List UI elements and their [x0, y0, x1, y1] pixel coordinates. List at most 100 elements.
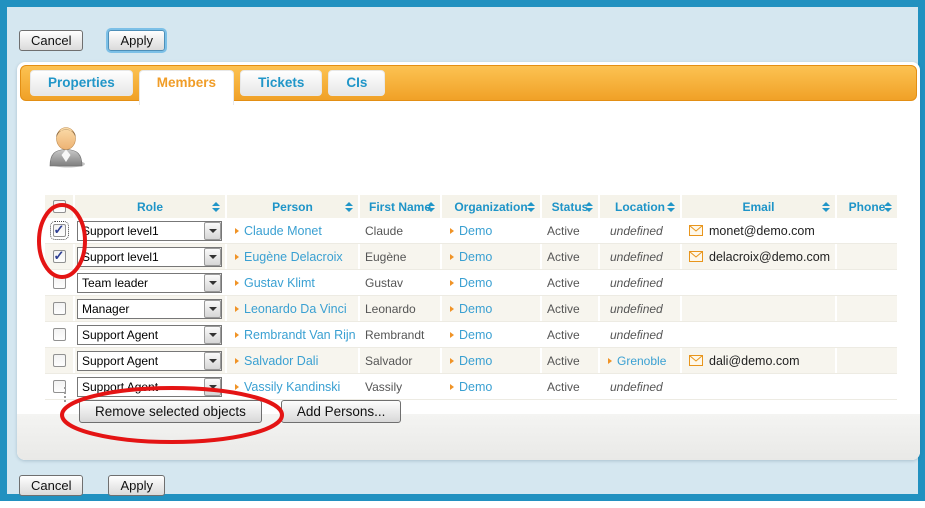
- link-arrow-icon: [235, 280, 239, 286]
- column-header-label: Role: [137, 200, 163, 214]
- person-link[interactable]: Vassily Kandinski: [244, 380, 340, 394]
- row-checkbox[interactable]: [53, 224, 66, 237]
- role-select[interactable]: Support level1: [77, 221, 222, 241]
- status-cell: Active: [542, 322, 600, 347]
- sort-icon[interactable]: [212, 202, 220, 212]
- dropdown-arrow-icon[interactable]: [204, 274, 221, 292]
- role-select[interactable]: Support Agent: [77, 325, 222, 345]
- role-select[interactable]: Support Agent: [77, 377, 222, 397]
- role-cell: Team leader: [75, 270, 227, 295]
- first-name-text: Gustav: [360, 276, 403, 290]
- organization-link[interactable]: Demo: [459, 302, 492, 316]
- tab-properties[interactable]: Properties: [30, 70, 133, 96]
- organization-link[interactable]: Demo: [459, 250, 492, 264]
- status-cell: Active: [542, 348, 600, 373]
- tab-tickets[interactable]: Tickets: [240, 70, 322, 96]
- role-select-value: Support Agent: [78, 354, 204, 368]
- first-name-text: Rembrandt: [360, 328, 424, 342]
- dropdown-arrow-icon[interactable]: [204, 300, 221, 318]
- column-header-phone[interactable]: Phone: [837, 195, 897, 218]
- checkbox-cell: [45, 348, 75, 373]
- sort-icon[interactable]: [585, 202, 593, 212]
- dropdown-arrow-icon[interactable]: [204, 326, 221, 344]
- email-cell: [682, 322, 837, 347]
- column-header-status[interactable]: Status: [542, 195, 600, 218]
- role-select[interactable]: Team leader: [77, 273, 222, 293]
- person-link[interactable]: Salvador Dali: [244, 354, 318, 368]
- sort-icon[interactable]: [822, 202, 830, 212]
- sort-icon[interactable]: [527, 202, 535, 212]
- person-link[interactable]: Claude Monet: [244, 224, 322, 238]
- organization-link[interactable]: Demo: [459, 380, 492, 394]
- status-text: Active: [542, 328, 580, 342]
- sort-icon[interactable]: [667, 202, 675, 212]
- location-text[interactable]: undefined: [600, 328, 663, 342]
- table-actions: Remove selected objects Add Persons...: [79, 400, 401, 423]
- location-text[interactable]: undefined: [600, 302, 663, 316]
- organization-link[interactable]: Demo: [459, 328, 492, 342]
- status-cell: Active: [542, 270, 600, 295]
- status-cell: Active: [542, 296, 600, 321]
- sort-icon[interactable]: [884, 202, 892, 212]
- dropdown-arrow-icon[interactable]: [204, 222, 221, 240]
- column-header-email[interactable]: Email: [682, 195, 837, 218]
- cancel-button-bottom[interactable]: Cancel: [19, 475, 83, 496]
- dropdown-arrow-icon[interactable]: [204, 352, 221, 370]
- row-checkbox[interactable]: [53, 250, 66, 263]
- row-checkbox[interactable]: [53, 276, 66, 289]
- organization-cell: Demo: [442, 322, 542, 347]
- email-cell: delacroix@demo.com: [682, 244, 837, 269]
- role-select[interactable]: Support Agent: [77, 351, 222, 371]
- sort-icon[interactable]: [427, 202, 435, 212]
- tab-cis[interactable]: CIs: [328, 70, 385, 96]
- checkbox-cell: [45, 374, 75, 399]
- table-row: Support level1 Eugène Delacroix Eugène D…: [45, 244, 897, 270]
- location-text[interactable]: undefined: [600, 224, 663, 238]
- column-header-first-name[interactable]: First Name: [360, 195, 442, 218]
- link-arrow-icon: [450, 280, 454, 286]
- sort-icon[interactable]: [345, 202, 353, 212]
- apply-button-top[interactable]: Apply: [108, 30, 165, 51]
- column-header-role[interactable]: Role: [75, 195, 227, 218]
- dropdown-arrow-icon[interactable]: [204, 248, 221, 266]
- dialog-frame: Cancel Apply Properties Members Tickets …: [0, 0, 925, 501]
- status-cell: Active: [542, 218, 600, 243]
- email-cell: [682, 270, 837, 295]
- organization-cell: Demo: [442, 374, 542, 399]
- location-text[interactable]: undefined: [600, 380, 663, 394]
- first-name-cell: Rembrandt: [360, 322, 442, 347]
- first-name-text: Eugène: [360, 250, 406, 264]
- person-link[interactable]: Rembrandt Van Rijn: [244, 328, 356, 342]
- add-persons-button[interactable]: Add Persons...: [281, 400, 402, 423]
- first-name-text: Salvador: [360, 354, 412, 368]
- tab-members[interactable]: Members: [139, 70, 234, 105]
- person-link[interactable]: Eugène Delacroix: [244, 250, 343, 264]
- table-body: Support level1 Claude Monet Claude Demo …: [45, 218, 897, 400]
- person-cell: Vassily Kandinski: [227, 374, 360, 399]
- location-text[interactable]: Grenoble: [617, 354, 666, 368]
- first-name-cell: Gustav: [360, 270, 442, 295]
- organization-link[interactable]: Demo: [459, 224, 492, 238]
- select-all-checkbox[interactable]: [53, 200, 66, 213]
- organization-link[interactable]: Demo: [459, 276, 492, 290]
- remove-selected-button[interactable]: Remove selected objects: [79, 400, 262, 423]
- apply-button-bottom[interactable]: Apply: [108, 475, 165, 496]
- row-checkbox[interactable]: [53, 328, 66, 341]
- cancel-button-top[interactable]: Cancel: [19, 30, 83, 51]
- link-arrow-icon: [235, 332, 239, 338]
- person-link[interactable]: Leonardo Da Vinci: [244, 302, 347, 316]
- location-cell: undefined: [600, 296, 682, 321]
- column-header-location[interactable]: Location: [600, 195, 682, 218]
- location-text[interactable]: undefined: [600, 250, 663, 264]
- dropdown-arrow-icon[interactable]: [204, 378, 221, 396]
- row-checkbox[interactable]: [53, 354, 66, 367]
- column-header-organization[interactable]: Organization: [442, 195, 542, 218]
- role-select[interactable]: Support level1: [77, 247, 222, 267]
- location-text[interactable]: undefined: [600, 276, 663, 290]
- role-select[interactable]: Manager: [77, 299, 222, 319]
- organization-link[interactable]: Demo: [459, 354, 492, 368]
- table-row: Manager Leonardo Da Vinci Leonardo Demo …: [45, 296, 897, 322]
- column-header-person[interactable]: Person: [227, 195, 360, 218]
- person-link[interactable]: Gustav Klimt: [244, 276, 315, 290]
- row-checkbox[interactable]: [53, 302, 66, 315]
